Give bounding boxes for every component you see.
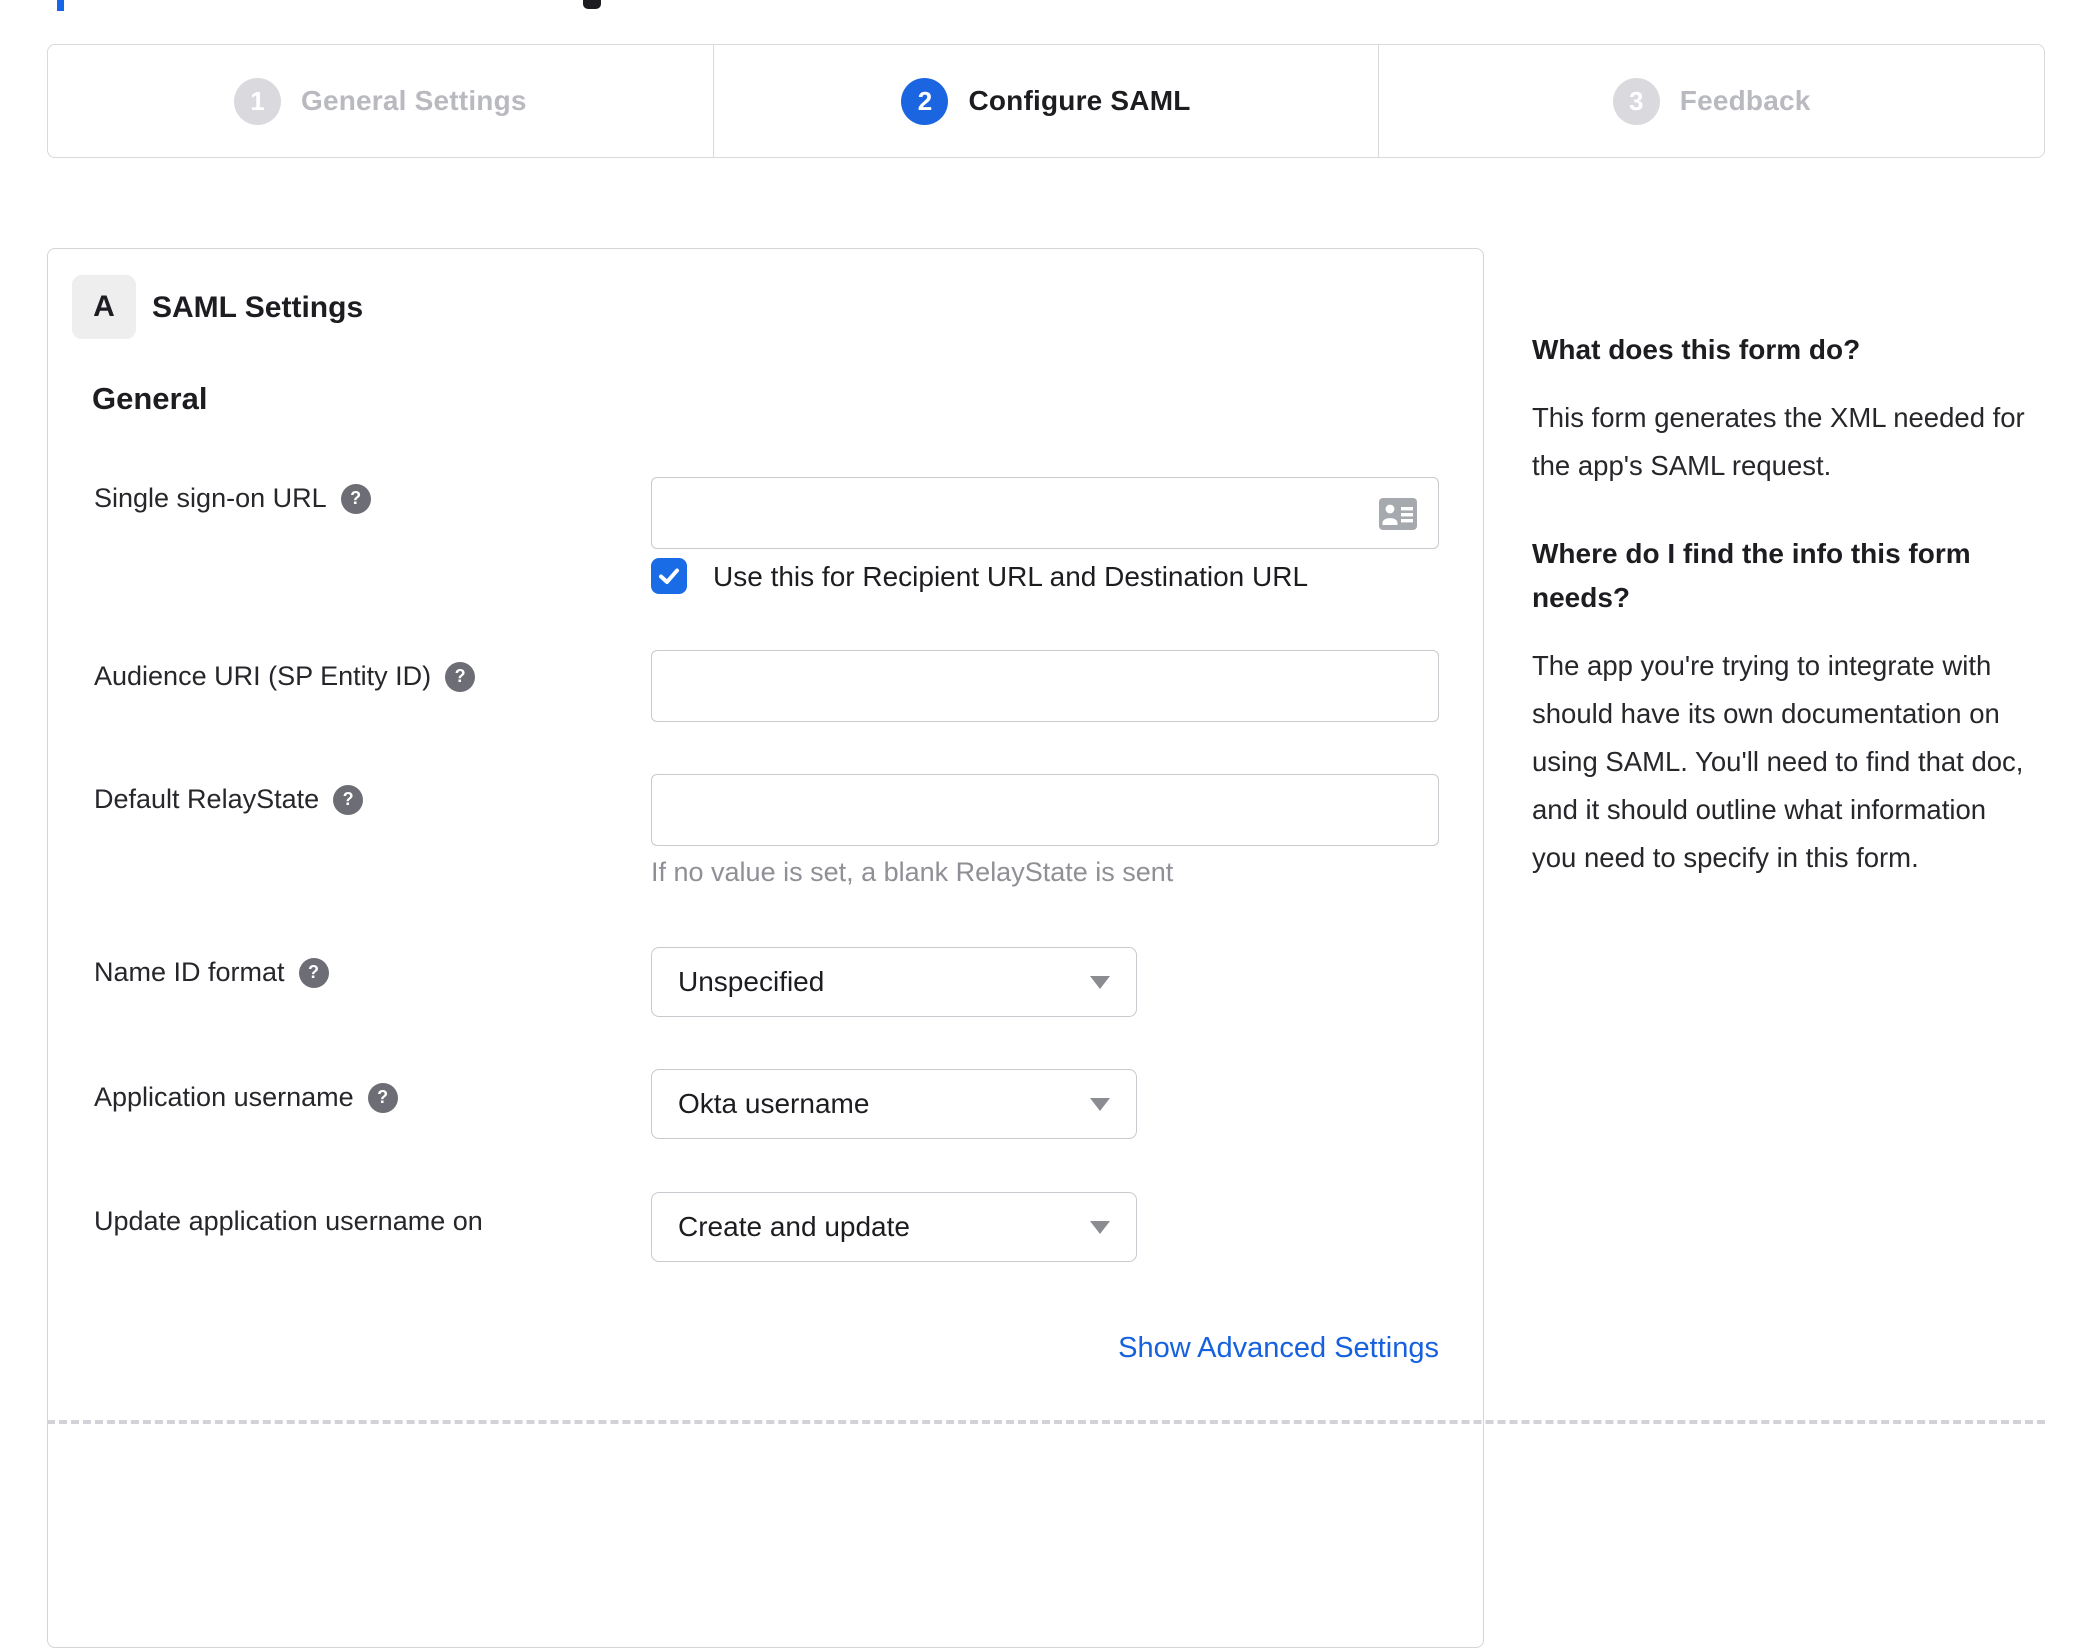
- relay-state-input[interactable]: [651, 774, 1439, 846]
- app-username-label: Application username ?: [94, 1082, 398, 1113]
- sso-recipient-checkbox[interactable]: [651, 558, 687, 594]
- sso-url-input[interactable]: [651, 477, 1439, 549]
- step-number-badge: 2: [901, 77, 949, 125]
- name-id-format-label-text: Name ID format: [94, 957, 285, 987]
- vcard-icon: [1379, 498, 1417, 530]
- section-a-badge: A: [72, 275, 136, 339]
- step-label: General Settings: [300, 85, 527, 116]
- help-panel-title-1: What does this form do?: [1532, 334, 1861, 365]
- dropdown-arrow-icon: [1090, 976, 1110, 989]
- name-id-format-value: Unspecified: [678, 966, 825, 997]
- step-label: Feedback: [1679, 85, 1811, 116]
- saml-settings-card: A SAML Settings General Single sign-on U…: [47, 248, 1484, 1648]
- help-panel-title-2: Where do I find the info this form needs…: [1532, 538, 1971, 613]
- relay-state-hint: If no value is set, a blank RelayState i…: [651, 857, 1174, 887]
- dropdown-arrow-icon: [1090, 1221, 1110, 1234]
- update-username-label: Update application username on: [94, 1206, 483, 1237]
- help-panel-body-2: The app you're trying to integrate with …: [1532, 650, 2024, 873]
- sso-url-label-text: Single sign-on URL: [94, 483, 327, 513]
- step-label: Configure SAML: [968, 85, 1191, 116]
- show-advanced-settings-link[interactable]: Show Advanced Settings: [651, 1332, 1439, 1365]
- update-username-select[interactable]: Create and update: [651, 1192, 1137, 1262]
- cutoff-title-fragment: [57, 0, 64, 11]
- help-icon[interactable]: ?: [340, 483, 371, 514]
- dropdown-arrow-icon: [1090, 1098, 1110, 1111]
- app-username-select[interactable]: Okta username: [651, 1069, 1137, 1139]
- sso-recipient-checkbox-label: Use this for Recipient URL and Destinati…: [713, 561, 1309, 592]
- app-username-label-text: Application username: [94, 1082, 354, 1112]
- section-title: SAML Settings: [152, 291, 364, 324]
- audience-uri-label: Audience URI (SP Entity ID) ?: [94, 661, 476, 692]
- update-username-value: Create and update: [678, 1211, 910, 1242]
- section-dashed-divider: [47, 1420, 2045, 1424]
- step-configure-saml[interactable]: 2 Configure SAML: [712, 45, 1379, 157]
- relay-state-label-text: Default RelayState: [94, 784, 320, 814]
- name-id-format-label: Name ID format ?: [94, 957, 329, 988]
- audience-uri-label-text: Audience URI (SP Entity ID): [94, 661, 432, 691]
- help-icon[interactable]: ?: [298, 957, 329, 988]
- cutoff-logo-fragment: [583, 0, 601, 9]
- audience-uri-input[interactable]: [651, 650, 1439, 722]
- relay-state-label: Default RelayState ?: [94, 784, 364, 815]
- step-number-badge: 1: [233, 77, 281, 125]
- check-icon: [659, 568, 679, 584]
- help-panel-body-1: This form generates the XML needed for t…: [1532, 402, 2025, 481]
- help-icon[interactable]: ?: [445, 661, 476, 692]
- help-icon[interactable]: ?: [333, 784, 364, 815]
- group-title-general: General: [92, 381, 208, 416]
- app-username-value: Okta username: [678, 1088, 870, 1119]
- step-number-badge: 3: [1612, 77, 1660, 125]
- name-id-format-select[interactable]: Unspecified: [651, 947, 1137, 1017]
- step-general-settings[interactable]: 1 General Settings: [48, 45, 713, 157]
- update-username-label-text: Update application username on: [94, 1206, 483, 1236]
- sso-url-label: Single sign-on URL ?: [94, 483, 371, 514]
- step-feedback[interactable]: 3 Feedback: [1378, 45, 2044, 157]
- help-icon[interactable]: ?: [367, 1082, 398, 1113]
- wizard-step-bar: 1 General Settings 2 Configure SAML 3 Fe…: [47, 44, 2045, 158]
- help-panel: What does this form do? This form genera…: [1532, 328, 2037, 924]
